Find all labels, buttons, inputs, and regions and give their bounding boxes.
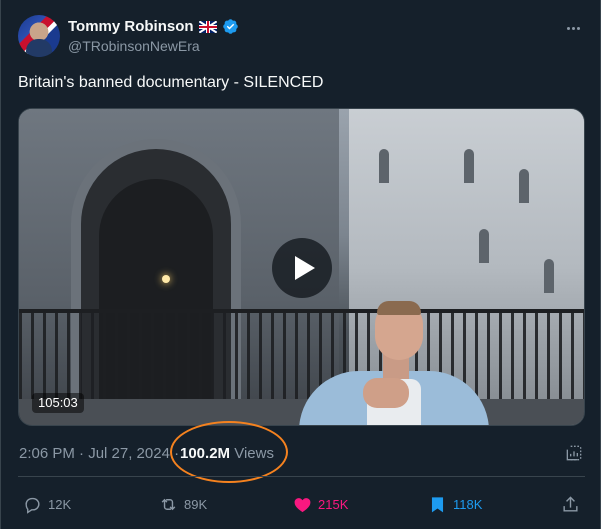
bookmark-button[interactable]: 118K bbox=[428, 494, 482, 514]
bookmark-count: 118K bbox=[453, 496, 483, 512]
repost-count: 89K bbox=[184, 496, 208, 512]
tweet-card: Tommy Robinson @TRobinsonNewEra Britain'… bbox=[0, 0, 601, 529]
heart-icon bbox=[294, 497, 311, 512]
play-icon bbox=[294, 256, 315, 280]
share-button[interactable] bbox=[561, 494, 580, 514]
author-avatar[interactable] bbox=[18, 15, 60, 57]
reply-count: 12K bbox=[48, 496, 72, 512]
author-handle[interactable]: @TRobinsonNewEra bbox=[68, 38, 200, 54]
share-icon bbox=[563, 495, 578, 512]
divider bbox=[18, 476, 585, 477]
repost-icon bbox=[161, 498, 176, 510]
verified-badge-icon[interactable] bbox=[222, 18, 239, 35]
author-name-row: Tommy Robinson bbox=[68, 18, 239, 35]
repost-button[interactable]: 89K bbox=[159, 494, 207, 514]
reply-icon bbox=[25, 497, 40, 514]
tweet-text: Britain's banned documentary - SILENCED bbox=[18, 74, 324, 91]
analytics-icon[interactable] bbox=[564, 443, 584, 463]
like-button[interactable]: 215K bbox=[293, 494, 348, 514]
bookmark-icon bbox=[431, 496, 444, 512]
play-button[interactable] bbox=[272, 238, 332, 298]
tweet-timestamp[interactable]: 2:06 PM · Jul 27, 2024 · bbox=[19, 445, 179, 462]
more-options-icon[interactable] bbox=[561, 16, 585, 40]
uk-flag-icon bbox=[198, 20, 217, 33]
reply-button[interactable]: 12K bbox=[23, 494, 71, 514]
author-display-name[interactable]: Tommy Robinson bbox=[68, 18, 194, 35]
video-duration: 105:03 bbox=[32, 393, 84, 413]
views-highlight-annotation bbox=[170, 421, 288, 483]
like-count: 215K bbox=[318, 496, 349, 512]
